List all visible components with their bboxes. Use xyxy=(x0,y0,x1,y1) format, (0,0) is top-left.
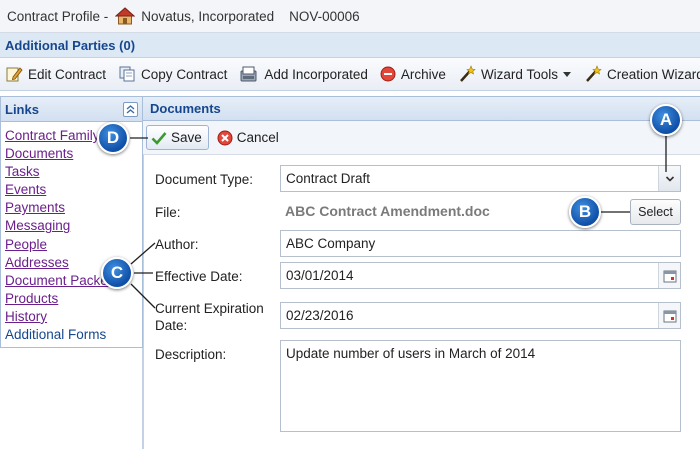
left-panel-empty xyxy=(0,348,143,449)
link-messaging[interactable]: Messaging xyxy=(5,217,139,235)
additional-parties-header[interactable]: Additional Parties (0) xyxy=(0,33,700,58)
callout-a: A xyxy=(650,104,682,136)
current-expiration-value: 02/23/2016 xyxy=(286,308,354,323)
wizard-tools-menu[interactable]: Wizard Tools xyxy=(458,65,572,83)
copy-icon xyxy=(119,66,135,82)
effective-date-label: Effective Date: xyxy=(155,269,243,284)
links-title: Links xyxy=(5,101,39,117)
collapse-icon[interactable] xyxy=(123,101,138,117)
wand-icon xyxy=(460,65,476,82)
current-expiration-date-input[interactable]: 02/23/2016 xyxy=(280,302,681,329)
effective-date-value: 03/01/2014 xyxy=(286,268,354,283)
archive-icon xyxy=(380,66,396,82)
author-value: ABC Company xyxy=(286,236,376,251)
description-label: Description: xyxy=(155,347,227,362)
author-input[interactable]: ABC Company xyxy=(280,230,681,257)
calendar-icon[interactable] xyxy=(658,263,680,288)
home-icon[interactable] xyxy=(114,7,136,25)
link-additional-forms[interactable]: Additional Forms xyxy=(5,326,139,344)
wizard-tools-label: Wizard Tools xyxy=(480,66,558,82)
current-expiration-label: Current Expiration Date: xyxy=(155,300,264,334)
links-list: Contract Family Documents Tasks Events P… xyxy=(1,122,142,344)
checkmark-icon xyxy=(151,131,167,145)
link-products[interactable]: Products xyxy=(5,290,139,308)
toolbar: Edit Contract Copy Contract Add Incorpor… xyxy=(0,58,700,91)
document-type-label: Document Type: xyxy=(155,172,254,187)
current-expiration-label-line1: Current Expiration xyxy=(155,301,264,316)
links-header: Links xyxy=(1,97,142,122)
title-bar: Contract Profile - Novatus, Incorporated… xyxy=(0,0,700,33)
link-people[interactable]: People xyxy=(5,236,139,254)
cancel-icon xyxy=(217,130,233,145)
link-events[interactable]: Events xyxy=(5,181,139,199)
edit-icon xyxy=(6,67,23,82)
edit-contract-label: Edit Contract xyxy=(28,66,107,82)
cancel-button[interactable]: Cancel xyxy=(217,130,279,146)
company-name[interactable]: Novatus, Incorporated xyxy=(141,9,274,24)
document-actions-bar: Save Cancel xyxy=(143,121,700,155)
document-type-value: Contract Draft xyxy=(286,171,371,186)
file-name: ABC Contract Amendment.doc xyxy=(285,203,490,219)
documents-header: Documents xyxy=(143,96,700,121)
select-file-button[interactable]: Select xyxy=(630,199,681,225)
description-textarea[interactable]: Update number of users in March of 2014 xyxy=(280,340,681,432)
save-label: Save xyxy=(171,130,202,145)
callout-c: C xyxy=(101,257,133,289)
wand-icon xyxy=(586,65,602,82)
document-add-icon xyxy=(240,66,257,82)
author-label: Author: xyxy=(155,237,199,252)
copy-contract-button[interactable]: Copy Contract xyxy=(118,65,227,83)
add-incorporated-label: Add Incorporated xyxy=(264,66,368,82)
document-type-select[interactable]: Contract Draft xyxy=(280,165,681,192)
link-payments[interactable]: Payments xyxy=(5,199,139,217)
archive-button[interactable]: Archive xyxy=(380,66,446,82)
link-tasks[interactable]: Tasks xyxy=(5,163,139,181)
copy-contract-label: Copy Contract xyxy=(141,66,228,82)
creation-wizard-label: Creation Wizard xyxy=(606,66,700,82)
chevron-down-icon[interactable] xyxy=(658,166,680,191)
add-incorporated-button[interactable]: Add Incorporated xyxy=(239,65,368,83)
file-label: File: xyxy=(155,205,181,220)
callout-b: B xyxy=(569,196,601,228)
edit-contract-button[interactable]: Edit Contract xyxy=(5,65,106,83)
contract-id: NOV-00006 xyxy=(289,8,360,24)
creation-wizard-button[interactable]: Creation Wizard xyxy=(584,65,700,83)
archive-label: Archive xyxy=(400,66,446,82)
page-label: Contract Profile - xyxy=(7,8,109,24)
chevron-down-icon xyxy=(562,72,571,77)
calendar-icon[interactable] xyxy=(658,303,680,328)
callout-d: D xyxy=(97,122,129,154)
current-expiration-label-line2: Date: xyxy=(155,318,188,333)
cancel-label: Cancel xyxy=(236,130,279,145)
save-button[interactable]: Save xyxy=(146,125,209,150)
effective-date-input[interactable]: 03/01/2014 xyxy=(280,262,681,289)
link-history[interactable]: History xyxy=(5,308,139,326)
